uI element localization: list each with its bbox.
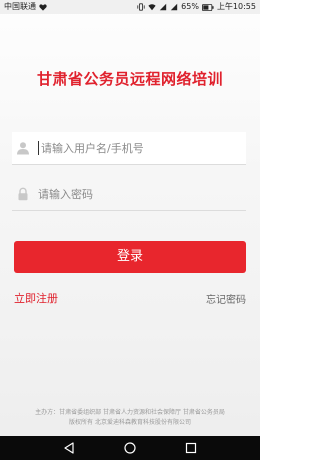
login-button[interactable]: 登录 (14, 241, 246, 273)
username-input[interactable] (41, 141, 231, 155)
lock-icon (18, 187, 28, 201)
footer-copyright: 版权所有 北京爱迪科森教育科技股份有限公司 (69, 419, 191, 426)
status-left: 中国联通 (4, 0, 47, 14)
back-icon[interactable] (62, 441, 76, 455)
footer: 主办方：甘肃省委组织部 甘肃省人力资源和社会保障厅 甘肃省公务员局 版权所有 北… (0, 408, 260, 428)
recent-apps-icon[interactable] (184, 441, 198, 455)
password-input[interactable] (38, 187, 228, 201)
login-screen: 中国联通 65% 上午10:55 甘肃省公务员远程网络培训 请输入用户名/手机号… (0, 0, 260, 460)
status-time: 上午10:55 (216, 2, 256, 11)
signal-icon (159, 3, 167, 11)
signal-icon-2 (170, 3, 178, 11)
battery-icon (201, 3, 214, 11)
carrier-label: 中国联通 (4, 2, 36, 11)
text-caret (38, 141, 39, 155)
battery-percent: 65% (181, 2, 199, 11)
status-bar: 中国联通 65% 上午10:55 (0, 0, 260, 14)
wifi-icon (148, 4, 156, 11)
user-icon (17, 142, 29, 155)
vibrate-icon (137, 3, 145, 11)
home-icon[interactable] (123, 441, 137, 455)
password-row[interactable] (12, 178, 246, 211)
footer-sponsors: 主办方：甘肃省委组织部 甘肃省人力资源和社会保障厅 甘肃省公务员局 (35, 409, 225, 416)
username-row[interactable] (12, 132, 246, 165)
forgot-password-link[interactable]: 忘记密码 (206, 291, 246, 306)
app-title: 甘肃省公务员远程网络培训 (36, 70, 223, 88)
status-right: 65% 上午10:55 (137, 0, 256, 14)
register-link[interactable]: 立即注册 (14, 290, 58, 306)
navigation-bar (0, 436, 260, 460)
heart-icon (39, 3, 47, 11)
